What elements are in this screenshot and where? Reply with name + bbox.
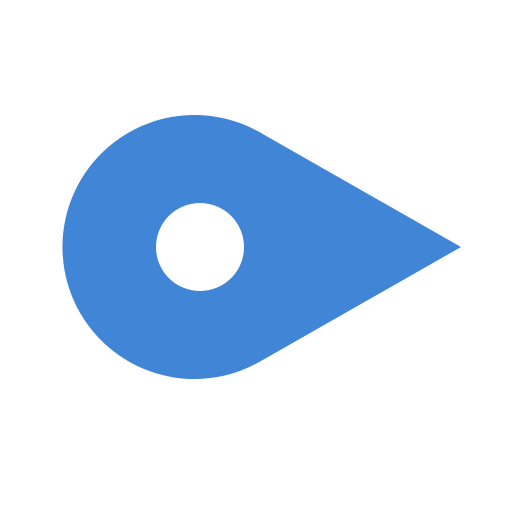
location-pin-icon: [62, 114, 461, 379]
pin-body: [62, 114, 461, 379]
icon-canvas: [0, 0, 512, 512]
